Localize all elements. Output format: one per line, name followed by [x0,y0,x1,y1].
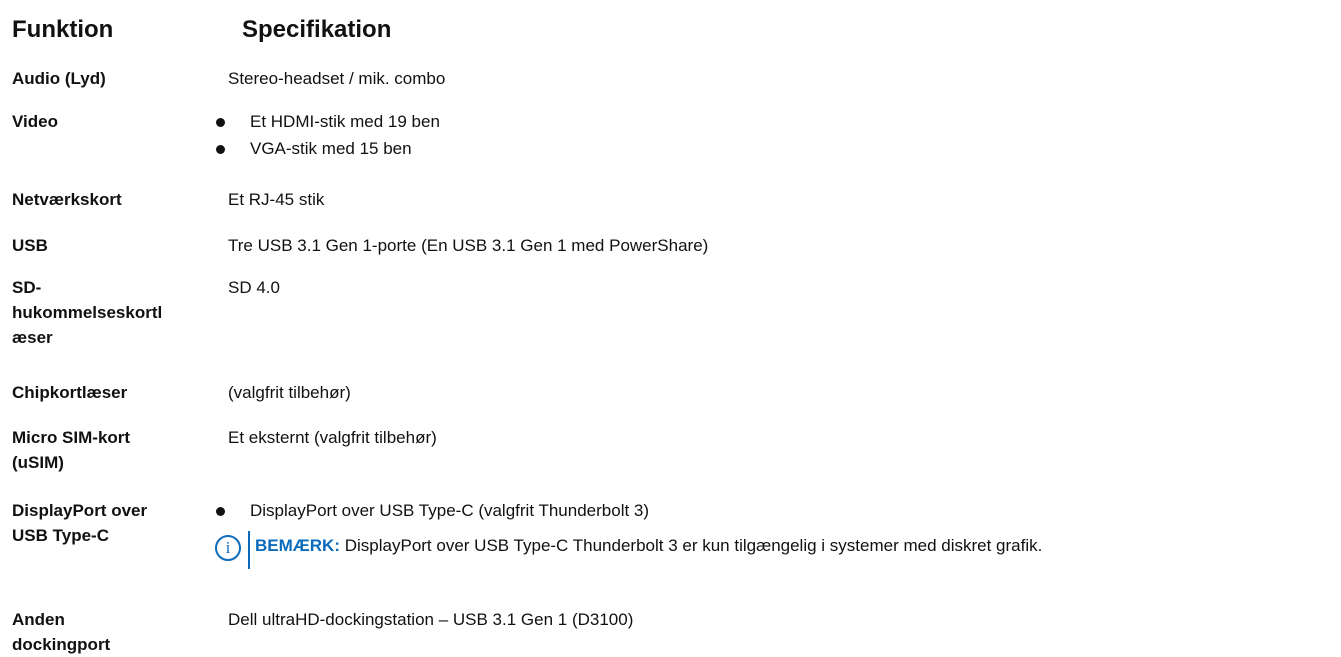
feature-label-line: USB Type-C [12,526,109,545]
feature-label-line: æser [12,328,53,347]
bullet-icon [216,118,225,127]
feature-label: Netværkskort [12,190,122,209]
column-header-specification: Specifikation [242,16,392,43]
feature-label: Audio (Lyd) [12,69,106,88]
feature-label-line: (uSIM) [12,453,64,472]
note-text: BEMÆRK: DisplayPort over USB Type-C Thun… [255,533,1042,559]
note-label: BEMÆRK: [255,536,340,555]
feature-label-line: hukommelseskortl [12,303,163,322]
note-callout: i BEMÆRK: DisplayPort over USB Type-C Th… [214,529,1324,573]
feature-label: USB [12,236,48,255]
spec-value: Stereo-headset / mik. combo [228,69,446,88]
feature-label: Micro SIM-kort (uSIM) [12,425,217,475]
spec-value: Et RJ-45 stik [228,190,325,209]
info-icon: i [215,535,241,561]
list-item: VGA-stik med 15 ben [214,136,1324,163]
bullet-icon [216,507,225,516]
spec-value: Et eksternt (valgfrit tilbehør) [228,428,437,447]
list-item: Et HDMI-stik med 19 ben [214,109,1324,136]
feature-label: Chipkortlæser [12,383,128,402]
spec-value: Tre USB 3.1 Gen 1-porte (En USB 3.1 Gen … [228,236,709,255]
feature-label-line: SD- [12,278,42,297]
list-item-text: DisplayPort over USB Type-C (valgfrit Th… [250,501,650,520]
spec-value: SD 4.0 [228,278,280,297]
list-item: DisplayPort over USB Type-C (valgfrit Th… [214,498,1324,525]
bullet-icon [216,145,225,154]
feature-label-line: Anden [12,610,65,629]
list-item-text: Et HDMI-stik med 19 ben [250,112,440,131]
feature-label-line: Micro SIM-kort [12,428,131,447]
feature-label: Anden dockingport [12,607,217,657]
spec-value: Dell ultraHD-dockingstation – USB 3.1 Ge… [228,610,634,629]
note-body: DisplayPort over USB Type-C Thunderbolt … [344,536,1043,555]
feature-label-line: DisplayPort over [12,501,148,520]
feature-label: DisplayPort over USB Type-C [12,498,217,548]
spec-value: DisplayPort over USB Type-C (valgfrit Th… [214,498,1324,573]
feature-label-line: dockingport [12,635,111,654]
feature-label: SD- hukommelseskortl æser [12,275,217,350]
note-divider [248,531,250,569]
list-item-text: VGA-stik med 15 ben [250,139,412,158]
spec-value: (valgfrit tilbehør) [228,383,351,402]
spec-value: Et HDMI-stik med 19 ben VGA-stik med 15 … [214,109,1324,163]
feature-label: Video [12,112,58,131]
bullet-list: DisplayPort over USB Type-C (valgfrit Th… [214,498,1324,525]
spec-table: Funktion Specifikation Audio (Lyd) Stere… [0,0,1341,655]
column-header-feature: Funktion [12,16,114,43]
bullet-list: Et HDMI-stik med 19 ben VGA-stik med 15 … [214,109,1324,163]
